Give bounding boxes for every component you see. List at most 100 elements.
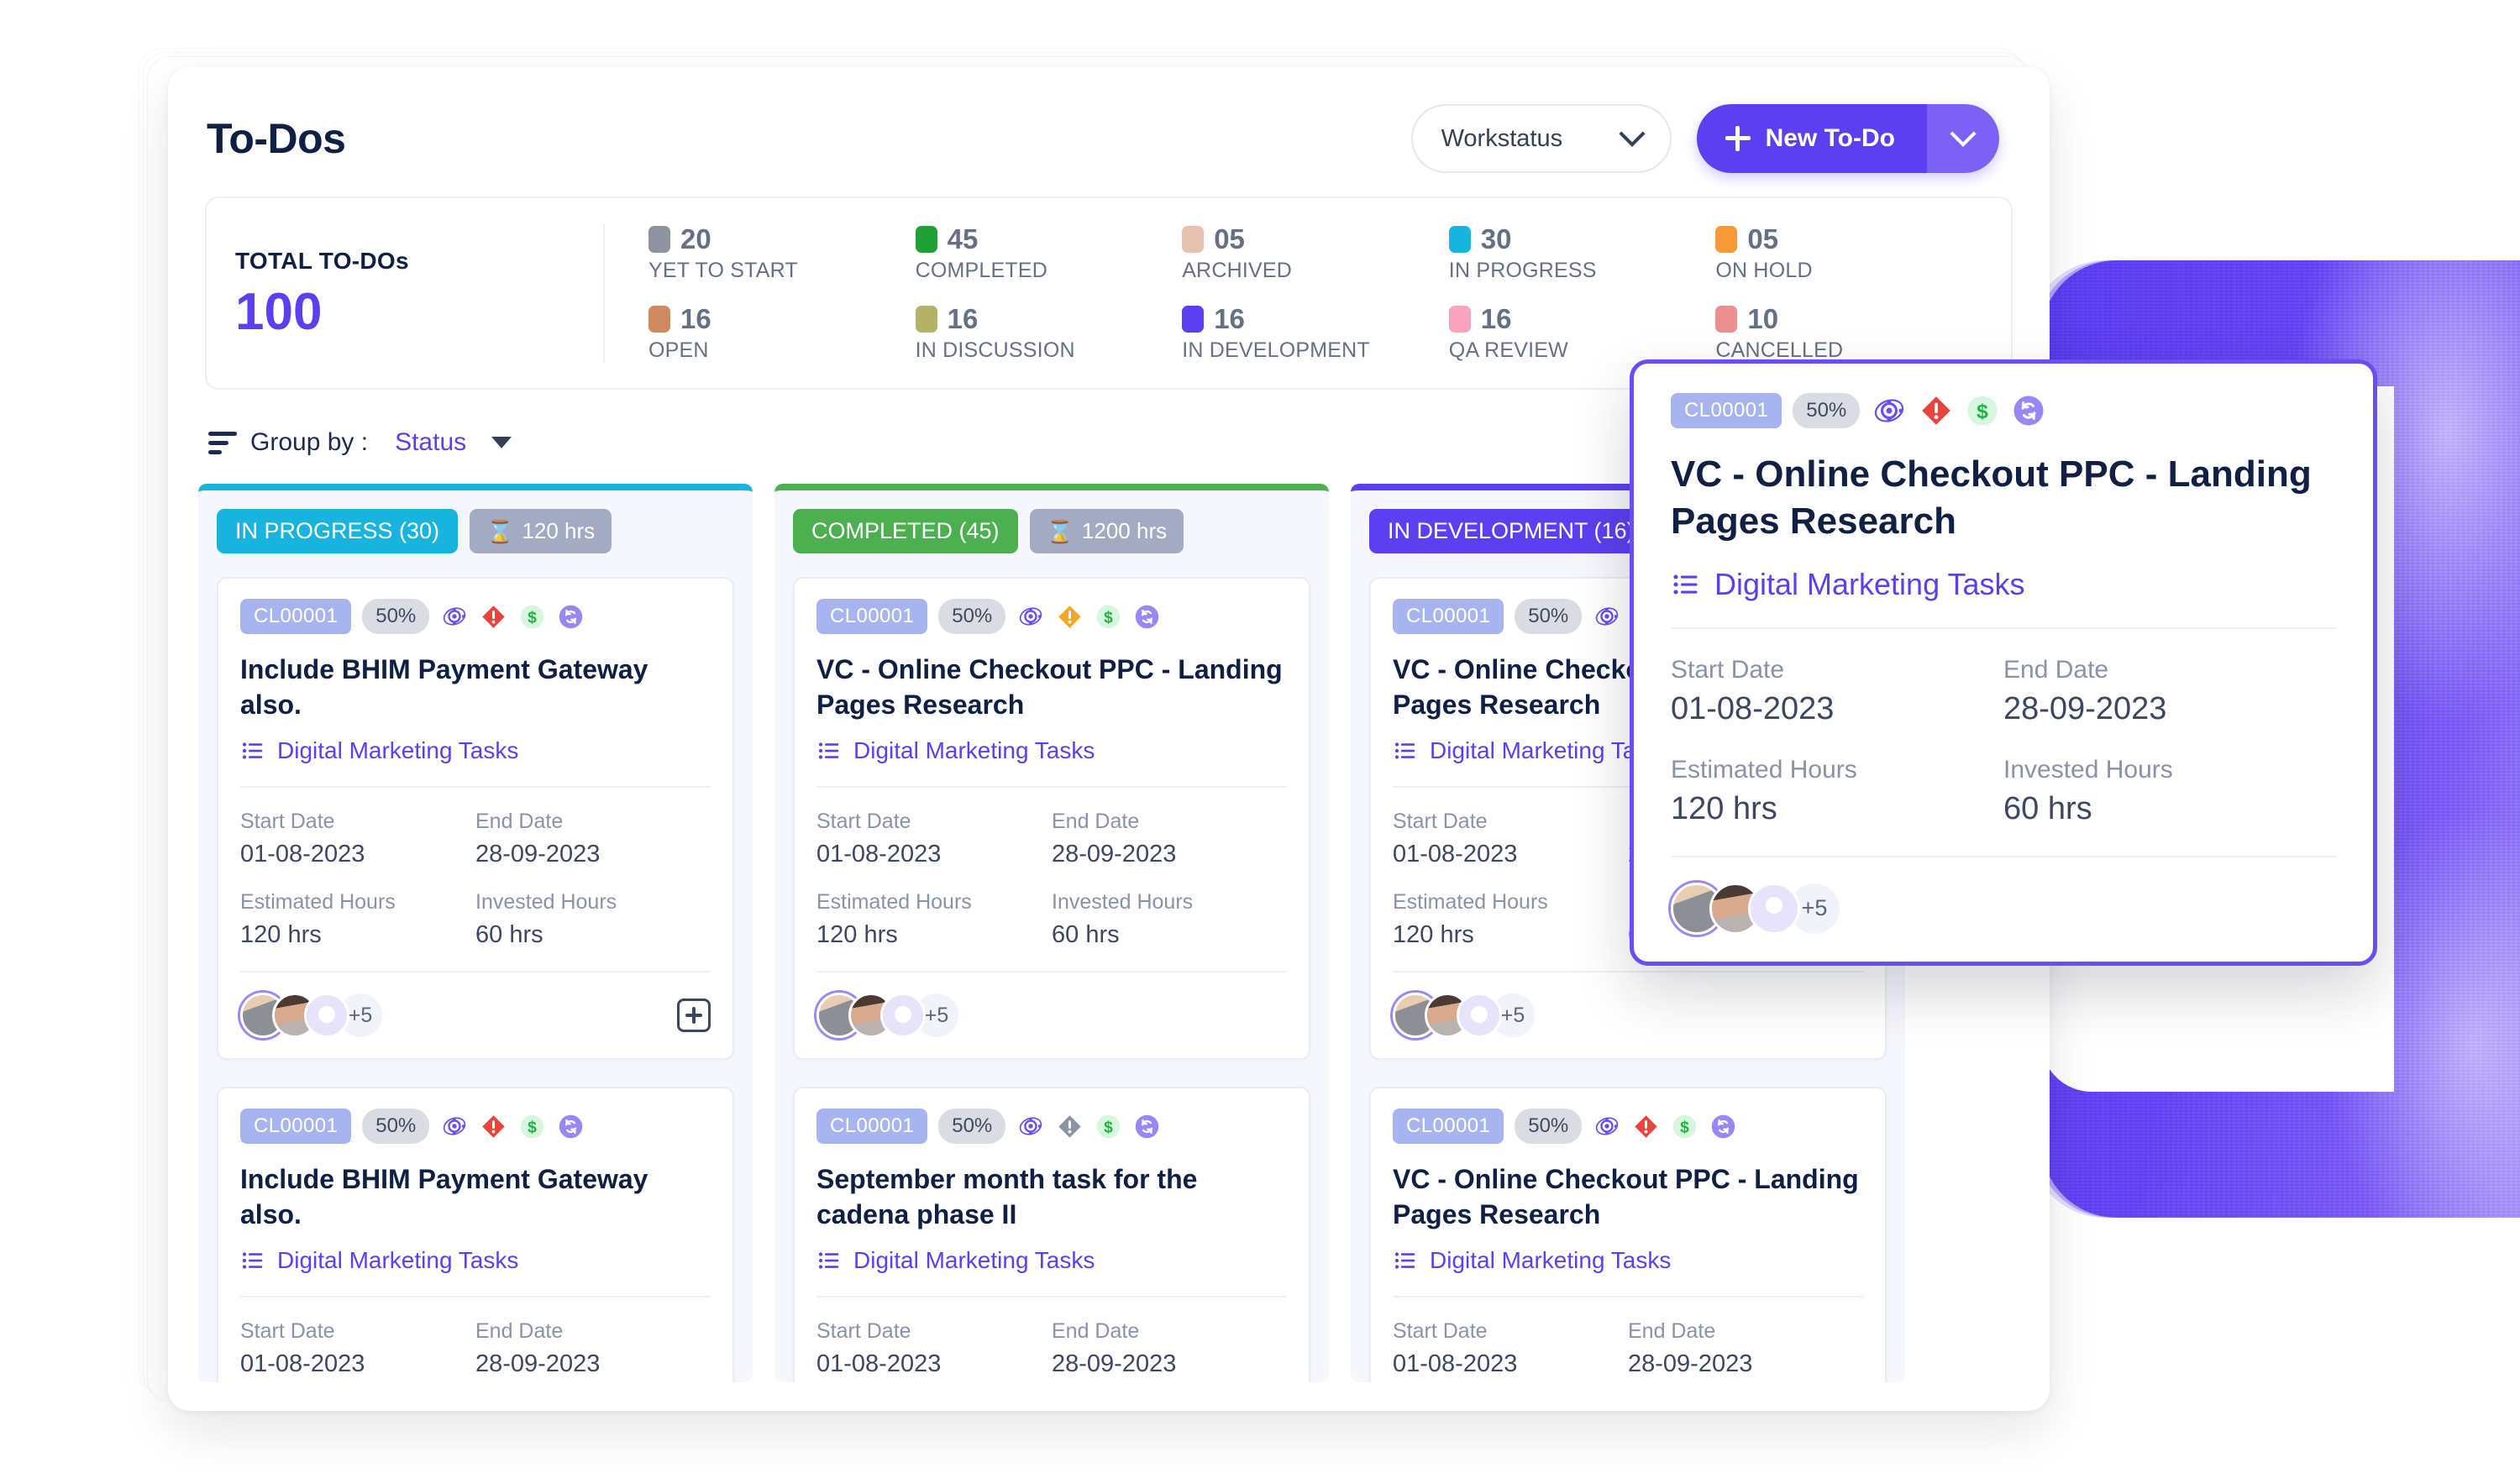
priority-alert-icon[interactable]: [1919, 393, 1954, 428]
settings-orbit-icon[interactable]: [1016, 1112, 1045, 1140]
task-card[interactable]: CL00001 50% $ VC - Online Checkout PPC - La…: [793, 577, 1310, 1061]
detail-project-name: Digital Marketing Tasks: [1714, 566, 2025, 601]
recurring-refresh-icon[interactable]: [1133, 603, 1161, 631]
status-stat[interactable]: 45 COMPLETED: [915, 223, 1183, 283]
avatar: [1748, 882, 1800, 935]
estimated-hours-value: 120 hrs: [240, 921, 322, 949]
settings-orbit-icon[interactable]: [1871, 392, 1908, 429]
detail-end-date-value: 28-09-2023: [2003, 690, 2167, 726]
estimated-hours-field: Estimated Hours 120 hrs: [240, 890, 475, 949]
status-count: 45: [947, 223, 979, 254]
svg-text:$: $: [1104, 1119, 1113, 1136]
settings-orbit-icon[interactable]: [440, 1112, 469, 1140]
billable-dollar-icon[interactable]: $: [1965, 393, 2000, 428]
new-todo-button[interactable]: New To-Do: [1696, 104, 1927, 173]
column-status-chip[interactable]: IN DEVELOPMENT (16): [1369, 509, 1653, 553]
new-todo-button-group: New To-Do: [1696, 104, 1999, 173]
estimated-hours-value: 120 hrs: [1393, 921, 1474, 949]
settings-orbit-icon[interactable]: [1016, 602, 1045, 631]
assignee-avatars[interactable]: +5: [816, 991, 961, 1041]
column-status-chip[interactable]: IN PROGRESS (30): [217, 509, 459, 553]
recurring-refresh-icon[interactable]: [557, 1113, 585, 1140]
settings-orbit-icon[interactable]: [1593, 1112, 1621, 1140]
status-stat[interactable]: 10 CANCELLED: [1715, 303, 1982, 363]
invested-hours-label: Invested Hours: [1052, 890, 1194, 915]
end-date-value: 28-09-2023: [475, 841, 601, 868]
priority-alert-icon[interactable]: [480, 603, 507, 631]
status-stat[interactable]: 05 ON HOLD: [1715, 223, 1982, 283]
settings-orbit-icon[interactable]: [1593, 602, 1621, 631]
status-stat[interactable]: 05 ARCHIVED: [1182, 223, 1449, 283]
invested-hours-value: 60 hrs: [1052, 921, 1120, 949]
card-meta-grid: Start Date01-08-2023End Date28-09-2023Es…: [816, 1297, 1287, 1382]
assignee-avatars[interactable]: +5: [1393, 991, 1537, 1041]
priority-alert-icon[interactable]: [1632, 1113, 1660, 1140]
start-date-value: 01-08-2023: [1393, 841, 1518, 868]
billable-dollar-icon[interactable]: $: [518, 603, 546, 631]
status-stat[interactable]: 20 YET TO START: [648, 223, 916, 283]
recurring-refresh-icon[interactable]: [1709, 1113, 1737, 1140]
group-by-label: Group by :: [250, 428, 369, 456]
status-color-swatch: [648, 306, 670, 333]
start-date-value: 01-08-2023: [816, 841, 942, 868]
priority-alert-icon[interactable]: [1056, 1113, 1084, 1140]
task-card[interactable]: CL00001 50% $ Include BHIM Payment Gateway …: [217, 1087, 734, 1382]
card-project-row[interactable]: Digital Marketing Tasks: [240, 737, 711, 786]
priority-alert-icon[interactable]: [480, 1113, 507, 1140]
start-date-value: 01-08-2023: [816, 1350, 942, 1378]
task-progress-badge: 50%: [1793, 393, 1861, 428]
detail-end-date-field: End Date 28-09-2023: [2003, 656, 2336, 727]
status-label: IN DEVELOPMENT: [1182, 338, 1370, 362]
billable-dollar-icon[interactable]: $: [1671, 1113, 1698, 1140]
end-date-field: End Date 28-09-2023: [1052, 1319, 1287, 1378]
new-todo-dropdown-button[interactable]: [1927, 104, 1999, 173]
project-list-icon: [1394, 1252, 1415, 1269]
status-color-swatch: [1182, 226, 1205, 253]
column-status-chip[interactable]: COMPLETED (45): [793, 509, 1018, 553]
project-list-icon: [1673, 574, 1698, 595]
end-date-field: End Date 28-09-2023: [475, 810, 711, 868]
card-meta-grid: Start Date01-08-2023End Date28-09-2023Es…: [816, 788, 1287, 971]
recurring-refresh-icon[interactable]: [1133, 1113, 1161, 1140]
billable-dollar-icon[interactable]: $: [518, 1113, 546, 1140]
priority-alert-icon[interactable]: [1056, 603, 1084, 631]
billable-dollar-icon[interactable]: $: [1095, 1113, 1122, 1140]
status-stat[interactable]: 16 OPEN: [648, 303, 916, 363]
assignee-avatars[interactable]: +5: [240, 991, 385, 1041]
add-assignee-button[interactable]: [677, 999, 711, 1033]
hourglass-icon: ⌛: [486, 518, 514, 544]
card-project-row[interactable]: Digital Marketing Tasks: [816, 1247, 1287, 1296]
status-stat[interactable]: 16 IN DEVELOPMENT: [1182, 303, 1449, 363]
status-label: ON HOLD: [1715, 259, 1813, 282]
task-title: Include BHIM Payment Gateway also.: [240, 1164, 648, 1229]
page-title: To-Dos: [207, 115, 346, 162]
status-stat[interactable]: 16 QA REVIEW: [1448, 303, 1716, 363]
card-project-row[interactable]: Digital Marketing Tasks: [816, 737, 1287, 786]
project-name: Digital Marketing Tasks: [853, 737, 1095, 764]
task-card[interactable]: CL00001 50% $ VC - Online Checkout PPC - La…: [1369, 1087, 1887, 1382]
task-card[interactable]: CL00001 50% $ September month task for the …: [793, 1087, 1310, 1382]
card-project-row[interactable]: Digital Marketing Tasks: [1393, 1247, 1863, 1296]
column-header: IN PROGRESS (30) ⌛ 120 hrs: [217, 509, 734, 553]
status-count: 16: [947, 303, 979, 334]
detail-assignee-avatars[interactable]: +5: [1671, 855, 2336, 936]
recurring-refresh-icon[interactable]: [557, 603, 585, 631]
status-count: 16: [1480, 303, 1512, 334]
workstatus-dropdown[interactable]: Workstatus: [1410, 104, 1672, 173]
settings-orbit-icon[interactable]: [440, 602, 469, 631]
status-stat[interactable]: 16 IN DISCUSSION: [915, 303, 1183, 363]
detail-project-row[interactable]: Digital Marketing Tasks: [1671, 567, 2336, 627]
task-detail-popup[interactable]: CL00001 50% $ VC - Online Checkout PPC -…: [1630, 359, 2377, 966]
svg-text:$: $: [1104, 609, 1113, 626]
recurring-refresh-icon[interactable]: [2011, 393, 2046, 428]
status-color-swatch: [648, 226, 670, 253]
card-project-row[interactable]: Digital Marketing Tasks: [240, 1247, 711, 1296]
detail-start-date-value: 01-08-2023: [1671, 690, 1835, 726]
end-date-value: 28-09-2023: [475, 1350, 601, 1378]
task-card[interactable]: CL00001 50% $ Include BHIM Payment Gateway …: [217, 577, 734, 1061]
status-stat[interactable]: 30 IN PROGRESS: [1448, 223, 1716, 283]
card-assignee-row: +5: [816, 971, 1287, 1058]
column-hours-chip: ⌛ 1200 hrs: [1029, 509, 1184, 553]
billable-dollar-icon[interactable]: $: [1095, 603, 1122, 631]
group-by-control[interactable]: Group by : Status: [208, 428, 512, 457]
